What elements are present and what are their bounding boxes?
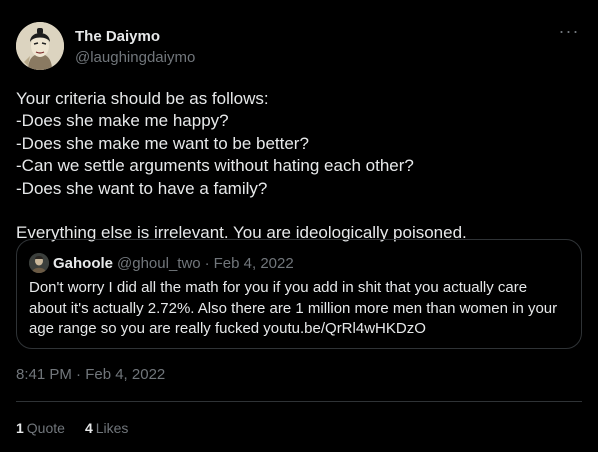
- engagement-stats: 1 Quote 4 Likes: [16, 420, 148, 436]
- avatar-portrait-icon: [16, 22, 64, 70]
- quoted-text-line: age range so you are really fucked youtu…: [29, 320, 426, 337]
- quoted-tweet[interactable]: Gahoole @ghoul_two · Feb 4, 2022 Don't w…: [16, 239, 582, 349]
- author-handle[interactable]: @laughingdaiymo: [75, 48, 195, 68]
- tweet-text-line: -Does she make me want to be better?: [16, 133, 309, 153]
- quoted-text-line: about it's actually 2.72%. Also there ar…: [29, 299, 558, 317]
- likes-count: 4: [84, 420, 93, 436]
- quoted-author-avatar: [29, 253, 49, 273]
- divider: [16, 401, 582, 402]
- quotes-link[interactable]: 1 Quote: [16, 420, 65, 436]
- quoted-author-name: Gahoole: [53, 254, 114, 272]
- author-name-block: The Daiymo @laughingdaiymo: [75, 27, 195, 68]
- quoted-tweet-header: Gahoole @ghoul_two · Feb 4, 2022: [29, 252, 569, 274]
- ellipsis-icon: ···: [558, 21, 580, 41]
- tweet: The Daiymo @laughingdaiymo ··· Your crit…: [0, 0, 598, 452]
- likes-link[interactable]: 4 Likes: [85, 420, 128, 436]
- quoted-author-handle: @ghoul_two: [117, 254, 201, 272]
- quoted-tweet-text: Don't worry I did all the math for you i…: [29, 278, 569, 340]
- tweet-text-line: Your criteria should be as follows:: [16, 89, 269, 108]
- tweet-timestamp[interactable]: 8:41 PM · Feb 4, 2022: [16, 366, 165, 383]
- tweet-text-line: -Does she want to have a family?: [16, 178, 268, 198]
- author-display-name[interactable]: The Daiymo: [75, 27, 195, 47]
- quotes-label: Quote: [26, 420, 65, 436]
- avatar-figure-icon: [29, 253, 49, 273]
- more-options-button[interactable]: ···: [558, 21, 580, 44]
- tweet-text: Your criteria should be as follows: -Doe…: [16, 88, 582, 244]
- tweet-text-line: -Does she make me happy?: [16, 111, 229, 131]
- author-avatar[interactable]: [16, 22, 64, 70]
- quoted-text-line: Don't worry I did all the math for you i…: [29, 279, 528, 296]
- likes-label: Likes: [95, 420, 129, 436]
- quoted-separator: ·: [204, 254, 210, 272]
- tweet-text-line: -Can we settle arguments without hating …: [16, 156, 414, 176]
- quotes-count: 1: [16, 420, 24, 436]
- tweet-header: The Daiymo @laughingdaiymo ···: [16, 22, 582, 72]
- quoted-tweet-date: Feb 4, 2022: [213, 254, 294, 272]
